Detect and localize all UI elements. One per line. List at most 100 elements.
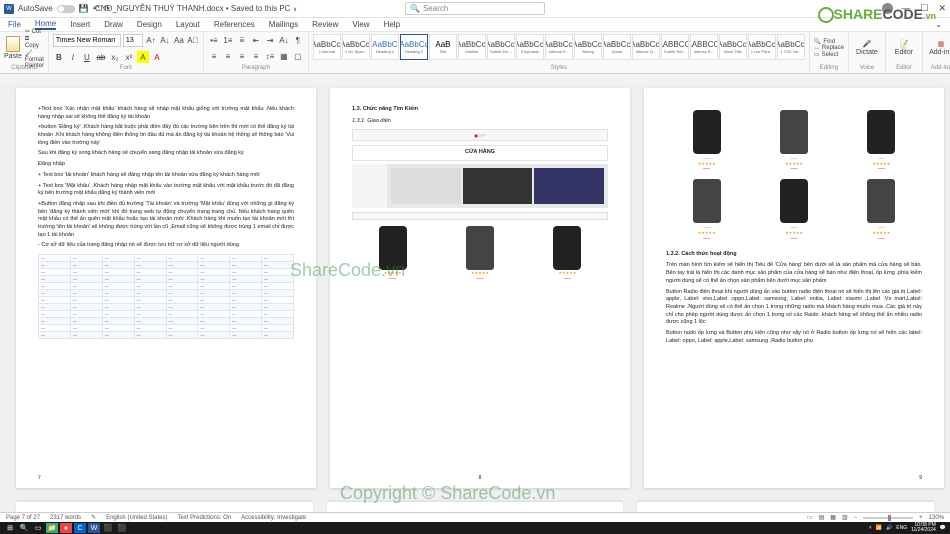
addins-button[interactable]: ▦Add-ins — [927, 40, 950, 56]
style-item[interactable]: AaBbCcIIntense Q... — [632, 34, 660, 60]
ribbon-collapse-icon[interactable]: ⌄ — [935, 20, 942, 29]
word-count[interactable]: 2317 words — [50, 515, 81, 521]
line-spacing-button[interactable]: ↕≡ — [264, 50, 276, 62]
dictate-button[interactable]: 🎤Dictate — [853, 40, 881, 56]
underline-button[interactable]: U — [81, 51, 93, 63]
close-button[interactable]: ✕ — [938, 3, 946, 14]
show-marks-button[interactable]: ¶ — [292, 34, 304, 46]
style-item[interactable]: AaBbCcISubtitle — [458, 34, 486, 60]
decrease-font-icon[interactable]: A↓ — [159, 34, 171, 46]
cut-button[interactable]: ✂ Cut — [25, 28, 44, 35]
read-mode-icon[interactable]: ▤ — [819, 514, 825, 521]
change-case-icon[interactable]: Aa — [173, 34, 185, 46]
text-predictions-status[interactable]: Text Predictions: On — [177, 515, 231, 521]
style-item[interactable]: AABBCCIIntense R... — [690, 34, 718, 60]
font-color-button[interactable]: A — [151, 51, 163, 63]
subscript-button[interactable]: x₂ — [109, 51, 121, 63]
bullets-button[interactable]: •≡ — [208, 34, 220, 46]
accessibility-status[interactable]: Accessibility: Investigate — [241, 515, 306, 521]
find-button[interactable]: 🔍 Find — [814, 38, 844, 45]
tray-language[interactable]: ENG — [896, 525, 907, 531]
style-item[interactable]: AaBbCcI1 No Spac... — [342, 34, 370, 60]
align-left-button[interactable]: ≡ — [208, 50, 220, 62]
style-item[interactable]: AaBbCcI1 Normal — [313, 34, 341, 60]
style-item[interactable]: AaBbCcISubtle Em... — [487, 34, 515, 60]
multilevel-button[interactable]: ⩸ — [236, 34, 248, 46]
style-item[interactable]: AaBbCcIIntense E... — [545, 34, 573, 60]
zoom-out-button[interactable]: − — [854, 515, 858, 521]
tab-insert[interactable]: Insert — [70, 20, 90, 29]
numbering-button[interactable]: 1≡ — [222, 34, 234, 46]
style-item[interactable]: AaBbCHeading 1 — [371, 34, 399, 60]
increase-font-icon[interactable]: A↑ — [145, 34, 157, 46]
borders-button[interactable]: ▢ — [292, 50, 304, 62]
strike-button[interactable]: ab — [95, 51, 107, 63]
justify-button[interactable]: ≡ — [250, 50, 262, 62]
page-info[interactable]: Page 7 of 27 — [6, 515, 40, 521]
language-status[interactable]: English (United States) — [106, 515, 167, 521]
styles-gallery[interactable]: AaBbCcI1 NormalAaBbCcI1 No Spac...AaBbCH… — [313, 34, 805, 62]
superscript-button[interactable]: x² — [123, 51, 135, 63]
copy-button[interactable]: ⧉ Copy — [25, 36, 44, 49]
search-box[interactable]: 🔍 Search — [405, 2, 545, 15]
taskbar-app[interactable]: ● — [60, 523, 72, 533]
tray-wifi-icon[interactable]: 📶 — [876, 525, 882, 531]
style-item[interactable]: AaBbCcIStrong — [574, 34, 602, 60]
sort-button[interactable]: A↓ — [278, 34, 290, 46]
style-item[interactable]: AaBbCcHeading 2 — [400, 34, 428, 60]
page-number: 8 — [479, 475, 482, 482]
taskbar-app[interactable]: C — [74, 523, 86, 533]
taskbar-app[interactable]: ⬛ — [102, 523, 114, 533]
style-item[interactable]: AABBCCISubtle Ref... — [661, 34, 689, 60]
search-taskbar-icon[interactable]: 🔍 — [18, 523, 30, 533]
tab-help[interactable]: Help — [384, 20, 400, 29]
align-right-button[interactable]: ≡ — [236, 50, 248, 62]
zoom-slider[interactable] — [863, 517, 913, 519]
bold-button[interactable]: B — [53, 51, 65, 63]
tray-volume-icon[interactable]: 🔊 — [886, 525, 892, 531]
zoom-in-button[interactable]: + — [919, 515, 923, 521]
select-button[interactable]: ▭ Select — [814, 51, 844, 58]
focus-mode-icon[interactable]: ▭ — [807, 514, 813, 521]
style-item[interactable]: AaBbCcI1 TOC He... — [777, 34, 805, 60]
tab-file[interactable]: File — [8, 20, 21, 29]
clear-format-icon[interactable]: A⃠ — [187, 34, 199, 46]
decrease-indent-button[interactable]: ⇤ — [250, 34, 262, 46]
style-item[interactable]: AaBbCcIEmphasis — [516, 34, 544, 60]
style-item[interactable]: AaBbCcIQuote — [603, 34, 631, 60]
style-item[interactable]: AaBTitle — [429, 34, 457, 60]
increase-indent-button[interactable]: ⇥ — [264, 34, 276, 46]
save-icon[interactable]: 💾 — [79, 4, 89, 13]
tab-mailings[interactable]: Mailings — [269, 20, 298, 29]
print-layout-icon[interactable]: ▦ — [830, 514, 836, 521]
web-layout-icon[interactable]: ▥ — [842, 514, 848, 521]
zoom-level[interactable]: 130% — [929, 515, 944, 521]
editor-button[interactable]: 📝Editor — [890, 40, 918, 56]
italic-button[interactable]: I — [67, 51, 79, 63]
task-view-icon[interactable]: ▭ — [32, 523, 44, 533]
align-center-button[interactable]: ≡ — [222, 50, 234, 62]
tray-chevron-icon[interactable]: ˄ — [869, 525, 872, 531]
style-item[interactable]: AaBbCcI1 List Para... — [748, 34, 776, 60]
tray-date[interactable]: 11/24/2024 — [911, 528, 936, 533]
tab-references[interactable]: References — [214, 20, 255, 29]
taskbar-app[interactable]: ⬛ — [116, 523, 128, 533]
highlight-button[interactable]: A — [137, 51, 149, 63]
notifications-icon[interactable]: 💬 — [940, 525, 946, 531]
autosave-toggle[interactable] — [57, 5, 75, 13]
tab-layout[interactable]: Layout — [176, 20, 200, 29]
tab-review[interactable]: Review — [312, 20, 338, 29]
paste-button[interactable]: Paste — [4, 36, 22, 60]
taskbar-app[interactable]: 📁 — [46, 523, 58, 533]
font-size-select[interactable] — [123, 34, 143, 47]
taskbar-app[interactable]: W — [88, 523, 100, 533]
tab-draw[interactable]: Draw — [104, 20, 123, 29]
document-area[interactable]: +Text box 'Xác nhận mật khẩu' khách hàng… — [0, 84, 950, 512]
tab-view[interactable]: View — [352, 20, 369, 29]
start-button[interactable]: ⊞ — [4, 523, 16, 533]
font-name-select[interactable] — [53, 34, 121, 47]
shading-button[interactable]: ▦ — [278, 50, 290, 62]
style-item[interactable]: AaBbCcIBook Title — [719, 34, 747, 60]
tab-design[interactable]: Design — [137, 20, 162, 29]
spell-check-icon[interactable]: ✎ — [91, 514, 96, 521]
